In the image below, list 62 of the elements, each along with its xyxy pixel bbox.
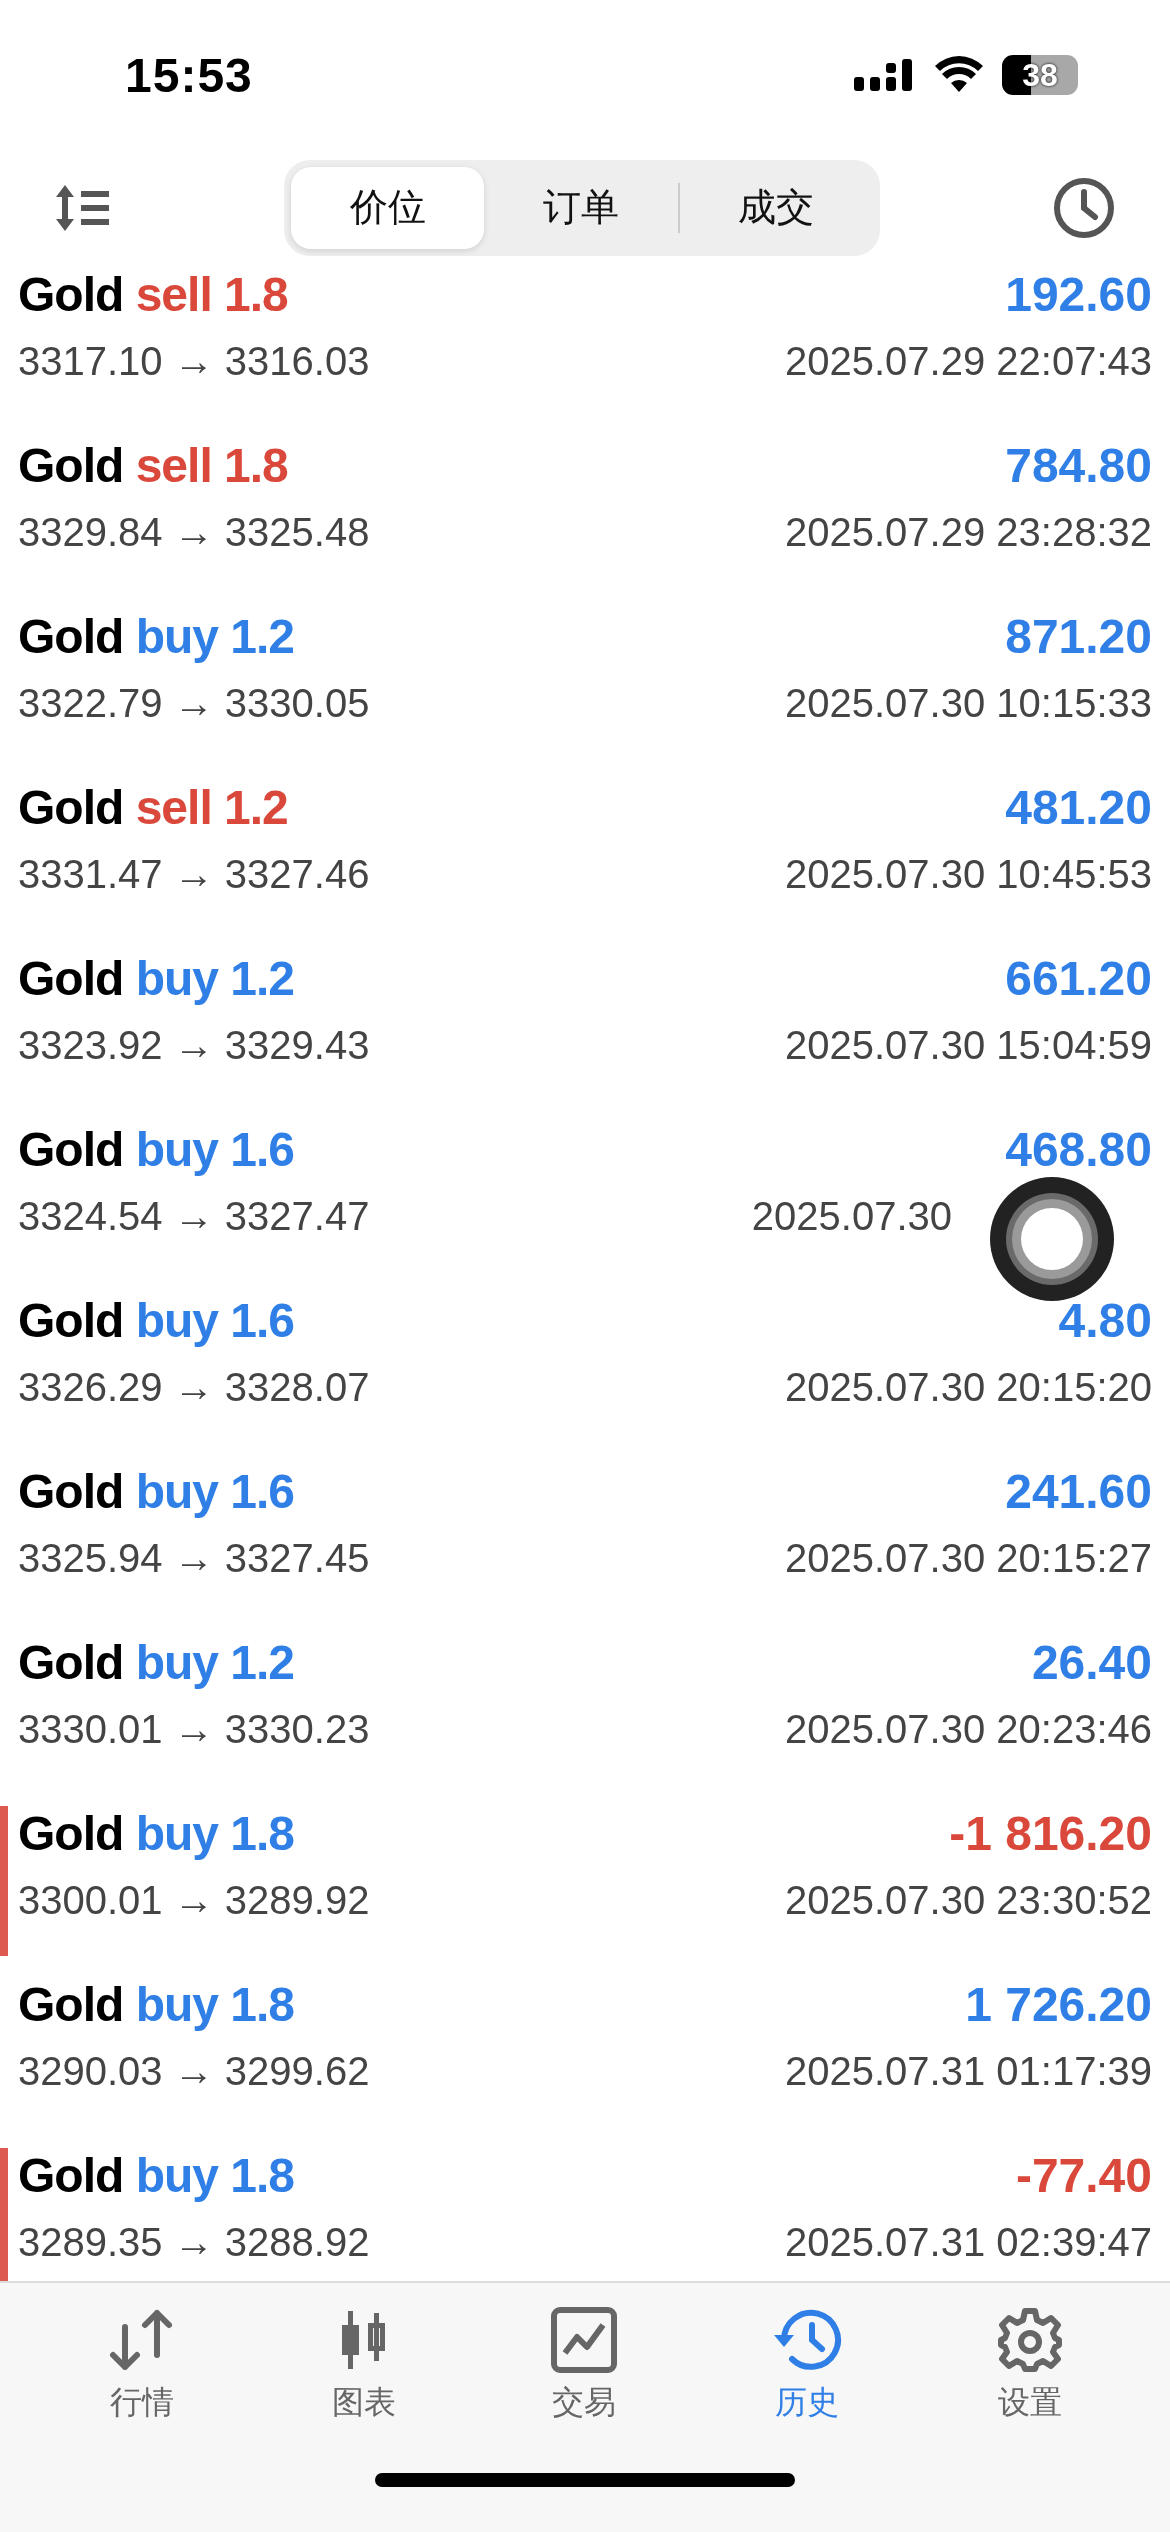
profit-value: 468.80 (1005, 1122, 1152, 1177)
price-range: 3325.94 → 3327.45 (18, 1536, 370, 1581)
deal-title[interactable]: Gold buy 1.2 (18, 1635, 295, 1690)
profit-value: 4.80 (1058, 1293, 1152, 1348)
price-range: 3289.35 → 3288.92 (18, 2220, 370, 2265)
deal-title[interactable]: Gold sell 1.8 (18, 267, 288, 322)
deal-title[interactable]: Gold buy 1.8 (18, 2148, 295, 2203)
deal-title[interactable]: Gold buy 1.2 (18, 609, 295, 664)
price-range: 3331.47 → 3327.46 (18, 852, 370, 897)
deal-title[interactable]: Gold buy 1.6 (18, 1122, 295, 1177)
deal-time: 2025.07.30 10:45:53 (785, 852, 1152, 897)
deal-time: 2025.07.30 15:04:59 (785, 1023, 1152, 1068)
segment-tab[interactable]: 成交 (679, 166, 873, 249)
tab-bar-item[interactable]: 行情 (97, 2303, 188, 2429)
profit-value: 784.80 (1005, 438, 1152, 493)
price-range: 3322.79 → 3330.05 (18, 681, 370, 726)
price-range: 3329.84 → 3325.48 (18, 510, 370, 555)
segment-tab[interactable]: 价位 (291, 166, 485, 249)
deal-title[interactable]: Gold buy 1.8 (18, 1977, 295, 2032)
price-range: 3326.29 → 3328.07 (18, 1365, 370, 1410)
deal-title[interactable]: Gold sell 1.8 (18, 438, 288, 493)
line-chart-icon (551, 2307, 617, 2373)
deal-time: 2025.07.29 23:28:32 (785, 510, 1152, 555)
status-time: 15:53 (125, 47, 253, 103)
profit-value: 481.20 (1005, 780, 1152, 835)
deal-time: 2025.07.30 10:15:33 (785, 681, 1152, 726)
deal-time: 2025.07.30 20:15:27 (785, 1536, 1152, 1581)
tab-bar-item[interactable]: 历史 (761, 2303, 852, 2429)
profit-value: 26.40 (1031, 1635, 1152, 1690)
deal-time: 2025.07.30 23:30:52 (785, 1878, 1152, 1923)
deal-time: 2025.07.31 02:39:47 (785, 2220, 1152, 2265)
deal-title[interactable]: Gold sell 1.2 (18, 780, 288, 835)
deal-title[interactable]: Gold buy 1.6 (18, 1464, 295, 1519)
profit-value: 871.20 (1005, 609, 1152, 664)
price-range: 3324.54 → 3327.47 (18, 1194, 370, 1239)
tab-bar-item[interactable]: 设置 (986, 2303, 1073, 2429)
profit-value: 1 726.20 (965, 1977, 1152, 2032)
segment-tab[interactable]: 订单 (484, 166, 678, 249)
profit-value: 241.60 (1005, 1464, 1152, 1519)
deal-title[interactable]: Gold buy 1.6 (18, 1293, 295, 1348)
price-range: 3323.92 → 3329.43 (18, 1023, 370, 1068)
price-range: 3330.01 → 3330.23 (18, 1707, 370, 1752)
deal-time: 2025.07.31 01:17:39 (785, 2049, 1152, 2094)
price-range: 3317.10 → 3316.03 (18, 339, 370, 384)
profit-value: 661.20 (1005, 951, 1152, 1006)
deal-time: 2025.07.29 22:07:43 (785, 339, 1152, 384)
settings-icon (996, 2307, 1063, 2373)
deal-title[interactable]: Gold buy 1.8 (18, 1806, 295, 1861)
price-range: 3300.01 → 3289.92 (18, 1878, 370, 1923)
profit-value: -77.40 (1015, 2148, 1152, 2203)
tab-bar-item[interactable]: 交易 (541, 2303, 627, 2429)
profit-value: -1 816.20 (949, 1806, 1152, 1861)
deal-time: 2025.07.30 20:15:20 (785, 1365, 1152, 1410)
deal-title[interactable]: Gold buy 1.2 (18, 951, 295, 1006)
deal-time: 2025.07.30 20:23:46 (785, 1707, 1152, 1752)
history-icon (771, 2307, 842, 2373)
tab-bar-item[interactable]: 图表 (322, 2303, 407, 2429)
wifi-icon (934, 56, 984, 94)
profit-value: 192.60 (1005, 267, 1152, 322)
price-range: 3290.03 → 3299.62 (18, 2049, 370, 2094)
clock-icon[interactable] (1053, 176, 1115, 239)
deal-time: 2025.07.30 (751, 1194, 952, 1239)
